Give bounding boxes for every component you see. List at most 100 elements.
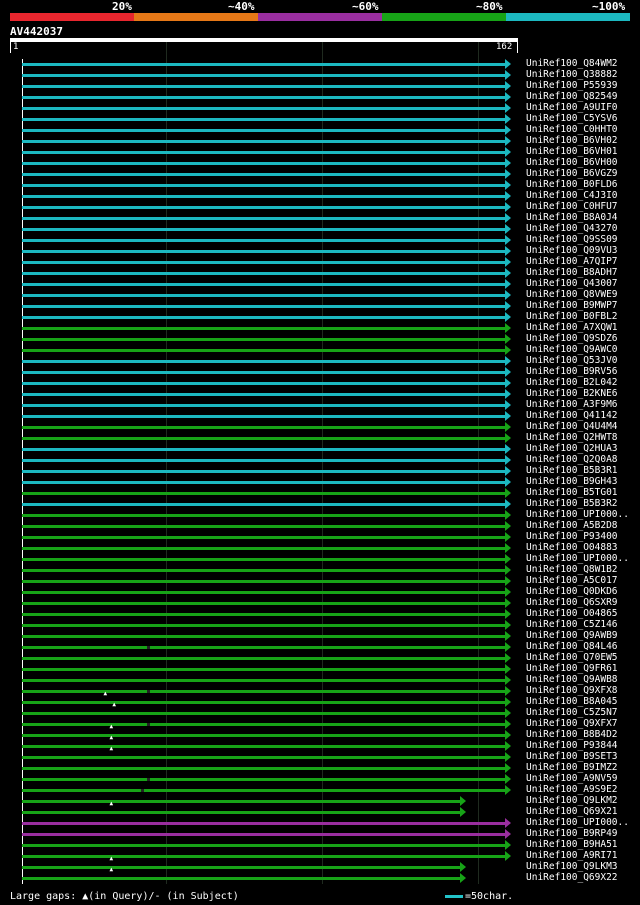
hit-alignment-bar[interactable] (22, 118, 505, 121)
hit-alignment-bar[interactable] (22, 866, 461, 869)
hit-alignment-bar[interactable] (22, 690, 505, 693)
hit-alignment-bar[interactable] (22, 448, 505, 451)
hit-alignment-bar[interactable] (22, 250, 505, 253)
hit-alignment-bar[interactable] (22, 602, 505, 605)
hit-end-arrow (505, 356, 511, 366)
hit-alignment-bar[interactable] (22, 294, 505, 297)
hit-end-arrow (505, 180, 511, 190)
hit-alignment-bar[interactable] (22, 74, 505, 77)
hit-alignment-bar[interactable] (22, 228, 505, 231)
hit-end-arrow (505, 576, 511, 586)
hit-alignment-bar[interactable] (22, 811, 461, 814)
subject-gap-marker (147, 778, 151, 781)
hit-alignment-bar[interactable] (22, 129, 505, 132)
hit-end-arrow (505, 191, 511, 201)
hit-end-arrow (505, 653, 511, 663)
hit-alignment-bar[interactable] (22, 382, 505, 385)
hit-alignment-bar[interactable] (22, 580, 505, 583)
hit-alignment-bar[interactable] (22, 470, 505, 473)
hit-alignment-bar[interactable] (22, 789, 505, 792)
hit-alignment-bar[interactable] (22, 591, 505, 594)
hit-alignment-bar[interactable] (22, 272, 505, 275)
hit-alignment-bar[interactable] (22, 844, 505, 847)
hit-alignment-bar[interactable] (22, 514, 505, 517)
hit-end-arrow (505, 620, 511, 630)
hit-alignment-bar[interactable] (22, 305, 505, 308)
hit-alignment-bar[interactable] (22, 371, 505, 374)
hit-alignment-bar[interactable] (22, 393, 505, 396)
hit-end-arrow (505, 697, 511, 707)
hit-alignment-bar[interactable] (22, 96, 505, 99)
hit-alignment-bar[interactable] (22, 778, 505, 781)
hit-end-arrow (505, 477, 511, 487)
hit-end-arrow (505, 433, 511, 443)
hit-alignment-bar[interactable] (22, 657, 505, 660)
hit-alignment-bar[interactable] (22, 481, 505, 484)
hit-alignment-bar[interactable] (22, 767, 505, 770)
hit-end-arrow (505, 840, 511, 850)
identity-color-legend (10, 13, 630, 21)
hit-alignment-bar[interactable] (22, 525, 505, 528)
hit-end-arrow (505, 202, 511, 212)
hit-alignment-bar[interactable] (22, 239, 505, 242)
hit-alignment-bar[interactable] (22, 283, 505, 286)
hit-alignment-bar[interactable] (22, 173, 505, 176)
hit-end-arrow (505, 103, 511, 113)
hit-alignment-bar[interactable] (22, 404, 505, 407)
hit-alignment-bar[interactable] (22, 855, 505, 858)
hit-alignment-bar[interactable] (22, 63, 505, 66)
hit-end-arrow (505, 499, 511, 509)
hit-name-link[interactable]: UniRef100_Q69X22 (526, 872, 618, 884)
query-bar (10, 38, 518, 42)
hit-alignment-bar[interactable] (22, 536, 505, 539)
hit-alignment-bar[interactable] (22, 547, 505, 550)
hit-alignment-bar[interactable] (22, 800, 461, 803)
hit-alignment-bar[interactable] (22, 437, 505, 440)
hit-alignment-bar[interactable] (22, 85, 505, 88)
hit-alignment-bar[interactable] (22, 668, 505, 671)
hit-alignment-bar[interactable] (22, 206, 505, 209)
legend-segment-cyan (506, 13, 630, 21)
hit-alignment-bar[interactable] (22, 635, 505, 638)
hit-end-arrow (505, 686, 511, 696)
hit-end-arrow (505, 609, 511, 619)
hit-alignment-bar[interactable] (22, 140, 505, 143)
scale-bar (445, 894, 463, 898)
hit-alignment-bar[interactable] (22, 613, 505, 616)
hit-alignment-bar[interactable] (22, 338, 505, 341)
hit-alignment-bar[interactable] (22, 646, 505, 649)
hit-alignment-bar[interactable] (22, 877, 461, 880)
hit-alignment-bar[interactable] (22, 624, 505, 627)
hit-alignment-bar[interactable] (22, 822, 505, 825)
hit-alignment-bar[interactable] (22, 745, 505, 748)
hit-alignment-bar[interactable] (22, 734, 505, 737)
hit-alignment-bar[interactable] (22, 833, 505, 836)
hit-alignment-bar[interactable] (22, 107, 505, 110)
hit-alignment-bar[interactable] (22, 492, 505, 495)
hit-end-arrow (505, 598, 511, 608)
hit-alignment-bar[interactable] (22, 679, 505, 682)
hit-alignment-bar[interactable] (22, 558, 505, 561)
hit-alignment-bar[interactable] (22, 712, 505, 715)
hit-alignment-bar[interactable] (22, 459, 505, 462)
hit-alignment-bar[interactable] (22, 349, 505, 352)
hit-alignment-bar[interactable] (22, 360, 505, 363)
hit-alignment-bar[interactable] (22, 151, 505, 154)
hit-alignment-bar[interactable] (22, 162, 505, 165)
hit-alignment-bar[interactable] (22, 327, 505, 330)
hit-alignment-bar[interactable] (22, 195, 505, 198)
hit-alignment-bar[interactable] (22, 184, 505, 187)
hit-end-arrow (505, 631, 511, 641)
hit-alignment-bar[interactable] (22, 217, 505, 220)
hit-row[interactable]: ▲ UniRef100_Q69X22 (0, 866, 640, 884)
hit-alignment-bar[interactable] (22, 756, 505, 759)
hit-alignment-bar[interactable] (22, 569, 505, 572)
hit-alignment-bar[interactable] (22, 503, 505, 506)
hit-alignment-bar[interactable] (22, 316, 505, 319)
hit-alignment-bar[interactable] (22, 723, 505, 726)
hit-alignment-bar[interactable] (22, 261, 505, 264)
hit-alignment-bar[interactable] (22, 426, 505, 429)
hit-alignment-bar[interactable] (22, 701, 505, 704)
hit-alignment-bar[interactable] (22, 415, 505, 418)
hit-end-arrow (505, 730, 511, 740)
